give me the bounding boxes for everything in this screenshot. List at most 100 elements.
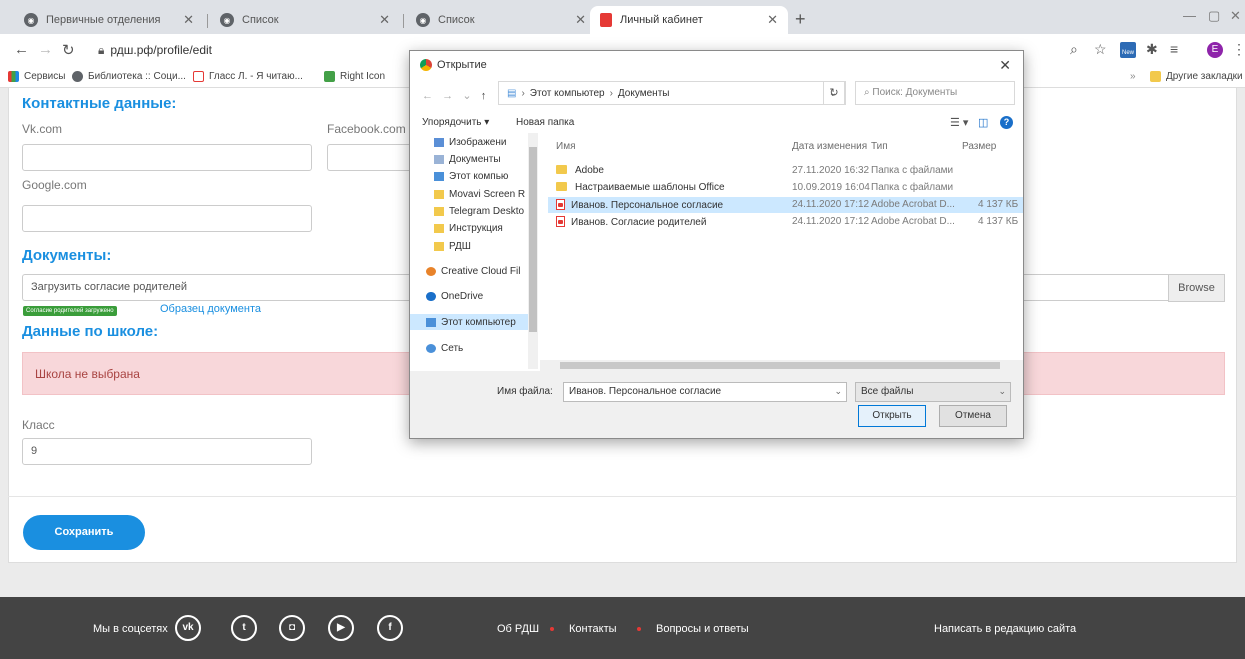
extensions-puzzle-icon[interactable]: ✱ (1146, 41, 1158, 58)
upload-field[interactable]: Загрузить согласие родителей (22, 274, 410, 301)
close-icon[interactable]: ✕ (183, 12, 194, 28)
nav-item-folder[interactable]: Инструкция (434, 223, 534, 234)
close-icon[interactable]: ✕ (767, 12, 778, 28)
footer-link-about[interactable]: Об РДШ (497, 623, 539, 635)
nav-item-folder[interactable]: РДШ (434, 241, 534, 252)
file-date: 24.11.2020 17:12 (792, 199, 870, 210)
footer-link-faq[interactable]: Вопросы и ответы (656, 623, 749, 635)
sample-document-link[interactable]: Образец документа (160, 303, 261, 315)
class-input[interactable]: 9 (22, 438, 312, 465)
view-options-icon[interactable]: ☰ ▾ (950, 116, 968, 129)
file-row[interactable]: Настраиваемые шаблоны Office 10.09.2019 … (548, 180, 1023, 196)
up-icon[interactable]: ↑ (481, 90, 487, 102)
menu-icon[interactable]: ⋮ (1232, 41, 1245, 58)
vk-icon[interactable]: vk (175, 615, 201, 641)
dialog-close-icon[interactable]: ✕ (999, 57, 1011, 74)
google-input[interactable] (22, 205, 312, 232)
url-field[interactable]: 🔒︎ рдш.рф/profile/edit (98, 43, 212, 58)
breadcrumb-item[interactable]: Этот компьютер (530, 88, 605, 99)
column-header-name[interactable]: Имя (556, 141, 575, 152)
open-button[interactable]: Открыть (858, 405, 926, 427)
path-breadcrumb[interactable]: ▤ › Этот компьютер › Документы ⌄ (498, 81, 846, 105)
close-icon[interactable]: ✕ (575, 12, 586, 28)
facebook-icon[interactable]: f (377, 615, 403, 641)
new-tab-icon[interactable]: + (795, 9, 806, 30)
footer-link-contacts[interactable]: Контакты (569, 623, 617, 635)
close-icon[interactable]: ✕ (379, 12, 390, 28)
column-header-date[interactable]: Дата изменения (792, 141, 867, 152)
chevron-down-icon[interactable]: ⌄ (834, 386, 842, 397)
nav-item-pictures[interactable]: Изображени (434, 137, 534, 148)
nav-item-creative-cloud[interactable]: Creative Cloud Fil (426, 266, 526, 277)
file-row[interactable]: Adobe 27.11.2020 16:32 Папка с файлами (548, 163, 1023, 179)
footer-link-write[interactable]: Написать в редакцию сайта (934, 623, 1076, 635)
dialog-search-input[interactable]: ⌕ Поиск: Документы (855, 81, 1015, 105)
bookmark-item[interactable]: Библиотека :: Соци... (72, 71, 186, 82)
window-close-icon[interactable]: ✕ (1230, 8, 1241, 24)
youtube-icon[interactable]: ▶ (328, 615, 354, 641)
file-size: 4 137 КБ (978, 199, 1019, 210)
documents-icon (434, 155, 444, 164)
tab-title: Личный кабинет (620, 14, 703, 26)
column-header-size[interactable]: Размер (962, 141, 996, 152)
zoom-icon[interactable]: ⌕ (1070, 41, 1078, 58)
nav-item-folder[interactable]: Telegram Deskto (434, 206, 534, 217)
twitter-icon[interactable]: t (231, 615, 257, 641)
profile-avatar[interactable]: E (1207, 42, 1223, 58)
file-row[interactable]: Иванов. Согласие родителей 24.11.2020 17… (548, 214, 1023, 230)
help-icon[interactable]: ? (1000, 116, 1013, 129)
scroll-thumb[interactable] (529, 147, 537, 332)
reading-list-icon[interactable]: ≡ (1170, 41, 1178, 57)
bookmark-item[interactable]: Гласс Л. - Я читаю... (193, 71, 303, 82)
browser-tab[interactable]: ◉ Список ✕ (210, 6, 400, 34)
browse-button[interactable]: Browse (1168, 274, 1225, 302)
recent-chevron-icon[interactable]: ⌄ (462, 90, 471, 102)
nav-item-this-pc-selected[interactable]: Этот компьютер (410, 314, 528, 330)
file-list-hscrollbar[interactable] (540, 360, 1023, 371)
save-button[interactable]: Сохранить (23, 515, 145, 550)
column-header-type[interactable]: Тип (871, 141, 888, 152)
back-icon[interactable]: ← (14, 41, 29, 58)
class-label: Класс (22, 418, 55, 432)
maximize-icon[interactable]: ▢ (1208, 8, 1220, 24)
nav-item-documents[interactable]: Документы (434, 154, 534, 165)
upload-field-tail[interactable] (1024, 274, 1169, 301)
file-row-selected[interactable]: Иванов. Персональное согласие 24.11.2020… (548, 197, 1023, 213)
globe-icon (72, 71, 83, 82)
filetype-select[interactable]: Все файлы ⌄ (855, 382, 1011, 402)
bookmark-item[interactable]: Right Icon (324, 71, 385, 82)
onedrive-icon (426, 292, 436, 301)
minimize-icon[interactable]: — (1183, 8, 1196, 23)
organize-button[interactable]: Упорядочить ▾ (422, 117, 489, 128)
nav-item-network[interactable]: Сеть (426, 343, 526, 354)
nav-scrollbar[interactable] (528, 133, 538, 369)
forward-icon[interactable]: → (442, 90, 453, 102)
back-icon[interactable]: ← (422, 90, 433, 102)
extension-icon[interactable]: New (1120, 42, 1136, 58)
facebook-input[interactable] (327, 144, 411, 171)
reload-icon[interactable]: ↻ (62, 41, 75, 59)
breadcrumb-item[interactable]: Документы (618, 88, 670, 99)
star-icon[interactable]: ☆ (1094, 41, 1107, 58)
forward-icon[interactable]: → (38, 41, 53, 58)
nav-item-this-pc[interactable]: Этот компью (434, 171, 534, 182)
other-bookmarks[interactable]: Другие закладки (1150, 71, 1243, 82)
cancel-button[interactable]: Отмена (939, 405, 1007, 427)
school-title: Данные по школе: (22, 323, 159, 340)
refresh-icon[interactable]: ↻ (823, 81, 845, 105)
vk-input[interactable] (22, 144, 312, 171)
vk-label: Vk.com (22, 122, 63, 136)
new-folder-button[interactable]: Новая папка (516, 117, 574, 128)
instagram-icon[interactable]: ◘ (279, 615, 305, 641)
browser-tab-active[interactable]: Личный кабинет ✕ (590, 6, 788, 34)
browser-tab[interactable]: ◉ Список ✕ (406, 6, 596, 34)
filename-input[interactable]: Иванов. Персональное согласие ⌄ (563, 382, 847, 402)
nav-item-onedrive[interactable]: OneDrive (426, 291, 526, 302)
folder-icon (556, 182, 567, 191)
nav-item-folder[interactable]: Movavi Screen R (434, 189, 534, 200)
browser-tab[interactable]: ◉ Первичные отделения ✕ (14, 6, 204, 34)
bookmarks-overflow-icon[interactable]: » (1130, 71, 1136, 82)
scroll-thumb[interactable] (560, 362, 1000, 369)
preview-pane-icon[interactable]: ◫ (978, 116, 988, 129)
bookmark-apps[interactable]: Сервисы (8, 71, 65, 82)
